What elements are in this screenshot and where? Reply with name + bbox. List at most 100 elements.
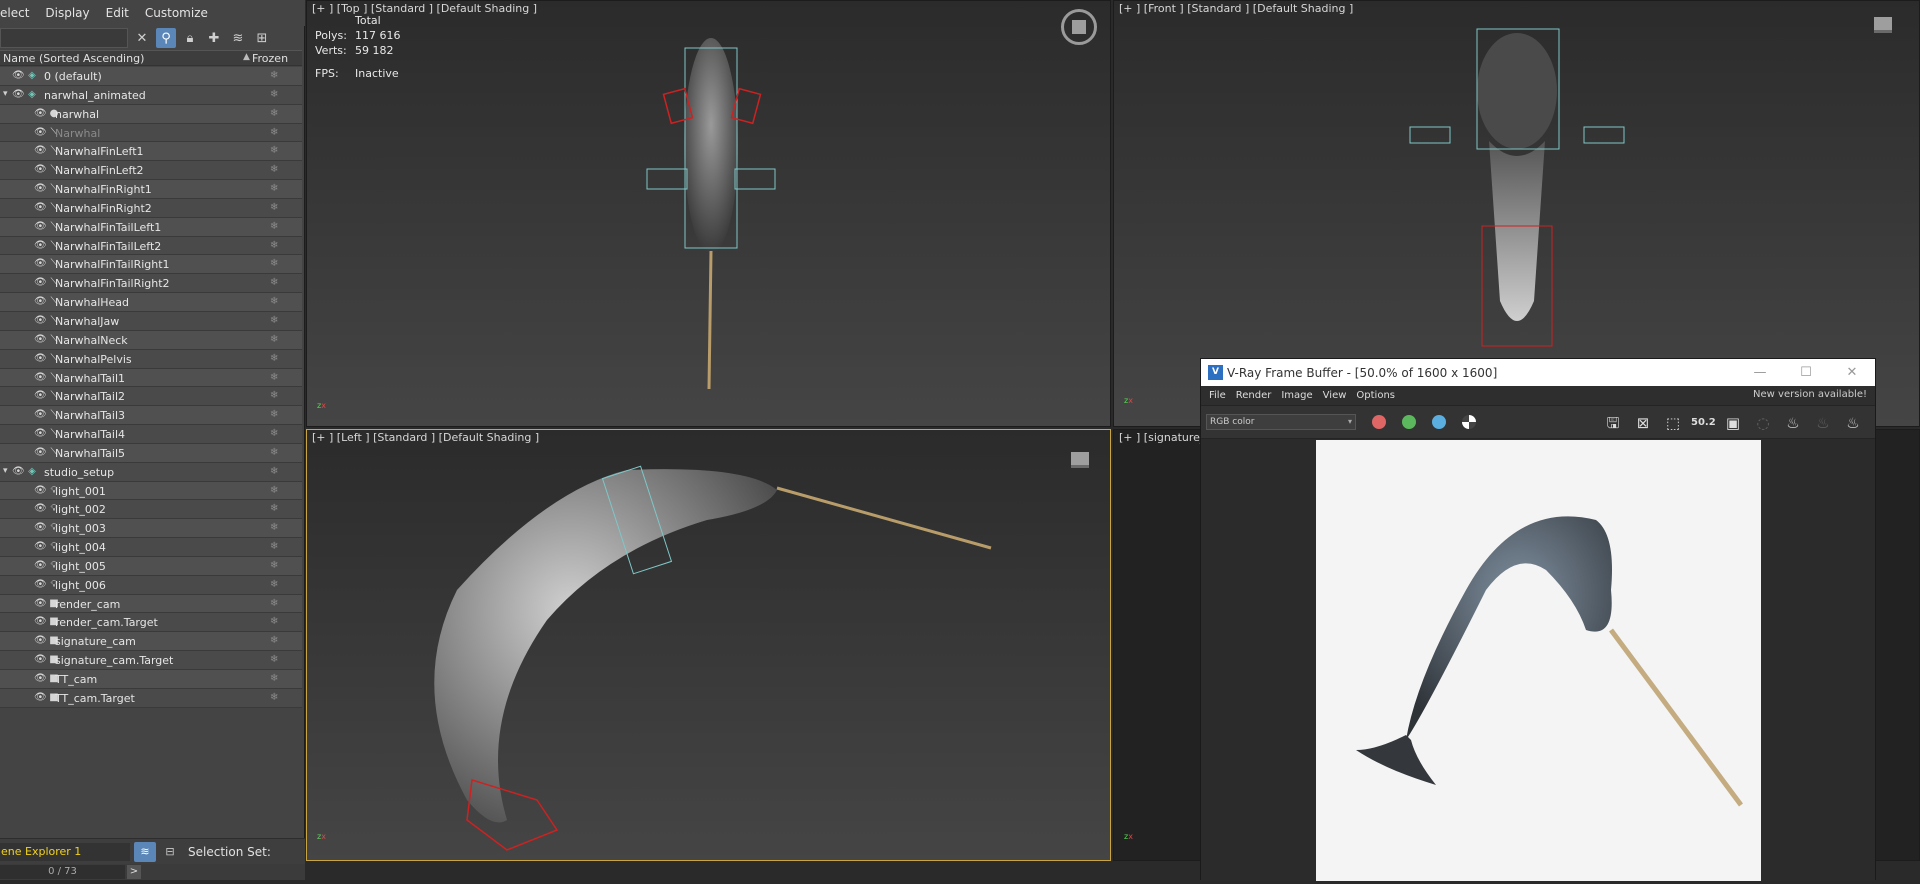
visibility-eye-icon[interactable]: 👁︎ [34,108,47,120]
vfb-canvas[interactable] [1201,440,1875,881]
frozen-snowflake-icon[interactable]: ❄ [270,466,278,477]
next-button[interactable]: > [127,865,141,879]
red-channel-icon[interactable] [1372,415,1386,429]
maximize-icon[interactable]: ☐ [1783,359,1829,386]
frozen-snowflake-icon[interactable]: ❄ [270,447,278,458]
frozen-snowflake-icon[interactable]: ❄ [270,428,278,439]
name-column-header[interactable]: Name (Sorted Ascending) [3,52,144,65]
tree-row[interactable]: 👁︎ ⟍ NarwhalTail2 ❄ [0,387,302,407]
clear-image-icon[interactable]: ⊠ [1631,411,1655,435]
frozen-snowflake-icon[interactable]: ❄ [270,409,278,420]
tree-row[interactable]: 👁︎ ⟍ NarwhalFinTailRight2 ❄ [0,274,302,294]
blue-channel-icon[interactable] [1432,415,1446,429]
visibility-eye-icon[interactable]: 👁︎ [34,673,47,685]
visibility-eye-icon[interactable]: 👁︎ [34,221,47,233]
frozen-column-header[interactable]: Frozen [252,52,288,65]
frozen-snowflake-icon[interactable]: ❄ [270,673,278,684]
tree-row[interactable]: 👁︎ ◈ 0 (default) ❄ [0,67,302,86]
render-teapot-icon[interactable]: ♨ [1781,411,1805,435]
tree-row[interactable]: 👁︎ ■ signature_cam.Target ❄ [0,651,302,670]
interactive-render-icon[interactable]: ♨ [1811,411,1835,435]
visibility-eye-icon[interactable]: 👁︎ [34,353,47,365]
vfb-titlebar[interactable]: V V-Ray Frame Buffer - [50.0% of 1600 x … [1201,359,1875,386]
close-icon[interactable]: ✕ [1829,359,1875,386]
menu-customize[interactable]: Customize [137,6,216,20]
frozen-snowflake-icon[interactable]: ❄ [270,485,278,496]
frozen-snowflake-icon[interactable]: ❄ [270,635,278,646]
tree-row[interactable]: 👁︎ ⟍ NarwhalFinRight2 ❄ [0,198,302,218]
visibility-eye-icon[interactable]: 👁︎ [34,127,47,139]
visibility-eye-icon[interactable]: 👁︎ [34,334,47,346]
hierarchy-icon[interactable]: ⊞ [252,28,272,48]
tree-row[interactable]: 👁︎ ⟍ NarwhalTail1 ❄ [0,368,302,388]
frozen-snowflake-icon[interactable]: ❄ [270,164,278,175]
explorer-name-dropdown[interactable]: ene Explorer 1 [0,842,130,861]
tree-row[interactable]: 👁︎ ■ TT_cam ❄ [0,670,302,689]
filter-icon[interactable]: ⚲ [156,28,176,48]
visibility-eye-icon[interactable]: 👁︎ [34,296,47,308]
frozen-snowflake-icon[interactable]: ❄ [270,277,278,288]
frozen-snowflake-icon[interactable]: ❄ [270,353,278,364]
minimize-icon[interactable]: — [1737,359,1783,386]
frozen-snowflake-icon[interactable]: ❄ [270,70,278,81]
frozen-snowflake-icon[interactable]: ❄ [270,372,278,383]
sort-by-layer-icon[interactable]: ≋ [134,841,156,862]
visibility-eye-icon[interactable]: 👁︎ [34,372,47,384]
visibility-eye-icon[interactable]: 👁︎ [34,258,47,270]
tree-row[interactable]: 👁︎ ⟍ NarwhalPelvis ❄ [0,349,302,369]
frozen-snowflake-icon[interactable]: ❄ [270,240,278,251]
tree-row[interactable]: 👁︎ ⟍ NarwhalJaw ❄ [0,311,302,331]
frozen-snowflake-icon[interactable]: ❄ [270,127,278,138]
visibility-eye-icon[interactable]: 👁︎ [34,560,47,572]
green-channel-icon[interactable] [1402,415,1416,429]
visibility-eye-icon[interactable]: 👁︎ [34,409,47,421]
visibility-eye-icon[interactable]: 👁︎ [34,240,47,252]
tree-row[interactable]: 👁︎ 💡︎ light_005 ❄ [0,556,302,576]
frozen-snowflake-icon[interactable]: ❄ [270,598,278,609]
vfb-menu-image[interactable]: Image [1276,390,1317,401]
frozen-snowflake-icon[interactable]: ❄ [270,692,278,703]
visibility-eye-icon[interactable]: 👁︎ [34,692,47,704]
tree-row[interactable]: 👁︎ ● narwhal ❄ [0,104,302,124]
frozen-snowflake-icon[interactable]: ❄ [270,258,278,269]
tree-row[interactable]: 👁︎ ⟍ NarwhalFinTailLeft1 ❄ [0,217,302,237]
visibility-eye-icon[interactable]: 👁︎ [34,616,47,628]
frozen-snowflake-icon[interactable]: ❄ [270,221,278,232]
frozen-snowflake-icon[interactable]: ❄ [270,334,278,345]
tree-row[interactable]: 👁︎ ■ render_cam ❄ [0,594,302,614]
tree-row[interactable]: 👁︎ ⟍ NarwhalFinLeft2 ❄ [0,161,302,181]
expand-toggle-icon[interactable]: ▾ [3,89,8,99]
vfb-menu-options[interactable]: Options [1351,390,1400,401]
layers-icon[interactable]: ≋ [228,28,248,48]
visibility-eye-icon[interactable]: 👁︎ [34,635,47,647]
vfb-menu-render[interactable]: Render [1231,390,1277,401]
frozen-snowflake-icon[interactable]: ❄ [270,522,278,533]
tree-row[interactable]: 👁︎ 💡︎ light_002 ❄ [0,500,302,520]
visibility-eye-icon[interactable]: 👁︎ [34,145,47,157]
track-mouse-icon[interactable]: ◌ [1751,411,1775,435]
visibility-eye-icon[interactable]: 👁︎ [12,89,25,101]
save-icon[interactable]: 🖫︎ [1601,411,1625,435]
visibility-eye-icon[interactable]: 👁︎ [34,315,47,327]
lock-icon[interactable]: 🔒︎ [180,28,200,48]
tree-row[interactable]: 👁︎ ⟍ NarwhalNeck ❄ [0,330,302,350]
tree-row[interactable]: 👁︎ 💡︎ light_004 ❄ [0,538,302,557]
viewport-left[interactable]: [+ ] [Left ] [Standard ] [Default Shadin… [306,429,1111,861]
clear-find-icon[interactable]: ✕ [132,28,152,48]
visibility-eye-icon[interactable]: 👁︎ [34,164,47,176]
frozen-snowflake-icon[interactable]: ❄ [270,654,278,665]
tree-row[interactable]: 👁︎ ⟍ NarwhalFinRight1 ❄ [0,180,302,199]
visibility-eye-icon[interactable]: 👁︎ [34,579,47,591]
tree-row[interactable]: 👁︎ ■ signature_cam ❄ [0,632,302,652]
tree-row[interactable]: 👁︎ ■ TT_cam.Target ❄ [0,688,302,708]
tree-row[interactable]: ▾ 👁︎ ◈ narwhal_animated ❄ [0,85,302,105]
frozen-snowflake-icon[interactable]: ❄ [270,183,278,194]
vfb-menu-file[interactable]: File [1201,390,1231,401]
render-last-icon[interactable]: ♨ [1841,411,1865,435]
frozen-snowflake-icon[interactable]: ❄ [270,315,278,326]
tree-row[interactable]: 👁︎ ⟍ NarwhalFinTailLeft2 ❄ [0,236,302,256]
channel-select[interactable]: RGB color [1206,414,1356,430]
menu-display[interactable]: Display [37,6,97,20]
display-correction-icon[interactable]: ▣ [1721,411,1745,435]
visibility-eye-icon[interactable]: 👁︎ [34,654,47,666]
